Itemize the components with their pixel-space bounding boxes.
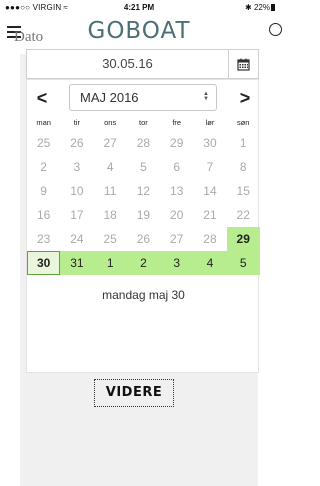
day-cell[interactable]: 15: [227, 179, 260, 203]
week-row: 16 17 18 19 20 21 22: [27, 203, 260, 227]
weekday-label: fre: [172, 118, 182, 127]
day-cell[interactable]: 27: [160, 227, 193, 251]
day-cell[interactable]: 5: [127, 155, 160, 179]
day-cell[interactable]: 9: [27, 179, 60, 203]
week-row: 23 24 25 26 27 28 29: [27, 227, 260, 251]
weekday-header: man tir ons tor fre lør søn: [27, 116, 260, 130]
search-icon[interactable]: [269, 23, 282, 36]
calendar-button[interactable]: [229, 49, 259, 79]
day-cell[interactable]: 21: [193, 203, 226, 227]
weekday-label: søn: [236, 118, 250, 127]
day-cell[interactable]: 23: [27, 227, 60, 251]
day-cell[interactable]: 26: [60, 131, 93, 155]
day-cell-range[interactable]: 4: [193, 251, 227, 275]
day-cell[interactable]: 27: [94, 131, 127, 155]
week-row: 25 26 27 28 29 30 1: [27, 131, 260, 155]
select-arrows-icon: ▲ ▼: [203, 91, 209, 102]
week-row: 30 31 1 2 3 4 5: [27, 251, 260, 275]
next-button[interactable]: VIDERE: [94, 379, 174, 407]
day-cell[interactable]: 6: [160, 155, 193, 179]
day-cell[interactable]: 22: [227, 203, 260, 227]
day-cell[interactable]: 20: [160, 203, 193, 227]
day-cell[interactable]: 7: [193, 155, 226, 179]
date-label: Dato: [14, 29, 44, 45]
day-cell-selected[interactable]: 30: [27, 251, 61, 275]
status-time: 4:21 PM: [123, 3, 155, 12]
next-month-button[interactable]: >: [235, 88, 255, 108]
date-field-group: 30.05.16: [26, 49, 259, 79]
day-cell-today[interactable]: 29: [226, 227, 260, 251]
week-row: 9 10 11 12 13 14 15: [27, 179, 260, 203]
calendar-icon: [237, 58, 250, 71]
day-cell[interactable]: 10: [60, 179, 93, 203]
day-cell-range[interactable]: 1: [93, 251, 127, 275]
status-bar: ●●●○○ VIRGIN ≈ 4:21 PM ✱ 22%: [0, 0, 278, 14]
day-cell[interactable]: 14: [193, 179, 226, 203]
day-cell-range[interactable]: 5: [226, 251, 260, 275]
week-row: 2 3 4 5 6 7 8: [27, 155, 260, 179]
weekday-label: lør: [205, 118, 215, 127]
day-cell[interactable]: 11: [94, 179, 127, 203]
weekday-label: ons: [104, 118, 117, 127]
weekday-label: tor: [139, 118, 148, 127]
day-cell-range[interactable]: 3: [160, 251, 194, 275]
battery-icon: [271, 4, 275, 11]
battery-percent: 22%: [253, 3, 270, 12]
day-cell[interactable]: 12: [127, 179, 160, 203]
day-cell-range[interactable]: 31: [60, 251, 94, 275]
day-cell[interactable]: 19: [127, 203, 160, 227]
month-select[interactable]: MAJ 2016 ▲ ▼: [69, 84, 217, 111]
battery-indicator: ✱ 22%: [245, 3, 275, 12]
day-cell[interactable]: 25: [94, 227, 127, 251]
day-cell[interactable]: 25: [27, 131, 60, 155]
day-cell[interactable]: 29: [160, 131, 193, 155]
day-cell-range[interactable]: 2: [126, 251, 161, 275]
day-cell[interactable]: 1: [227, 131, 260, 155]
day-grid: 25 26 27 28 29 30 1 2 3 4 5 6 7 8 9 10 1…: [27, 131, 260, 275]
day-cell[interactable]: 18: [94, 203, 127, 227]
datepicker: < MAJ 2016 ▲ ▼ > man tir ons tor fre lør …: [26, 79, 260, 373]
day-cell[interactable]: 26: [127, 227, 160, 251]
day-cell[interactable]: 24: [60, 227, 93, 251]
day-cell[interactable]: 8: [227, 155, 260, 179]
date-input[interactable]: 30.05.16: [26, 49, 229, 79]
day-cell[interactable]: 2: [27, 155, 60, 179]
day-cell[interactable]: 4: [94, 155, 127, 179]
weekday-label: man: [36, 118, 51, 127]
day-cell[interactable]: 16: [27, 203, 60, 227]
datepicker-header: < MAJ 2016 ▲ ▼ >: [27, 80, 260, 116]
day-cell[interactable]: 28: [193, 227, 226, 251]
weekday-label: tir: [73, 118, 81, 127]
month-select-value: MAJ 2016: [80, 90, 139, 105]
day-cell[interactable]: 17: [60, 203, 93, 227]
day-cell[interactable]: 30: [193, 131, 226, 155]
selected-date-label: mandag maj 30: [102, 288, 185, 302]
day-cell[interactable]: 13: [160, 179, 193, 203]
day-cell[interactable]: 3: [60, 155, 93, 179]
day-cell[interactable]: 28: [127, 131, 160, 155]
prev-month-button[interactable]: <: [32, 88, 52, 108]
